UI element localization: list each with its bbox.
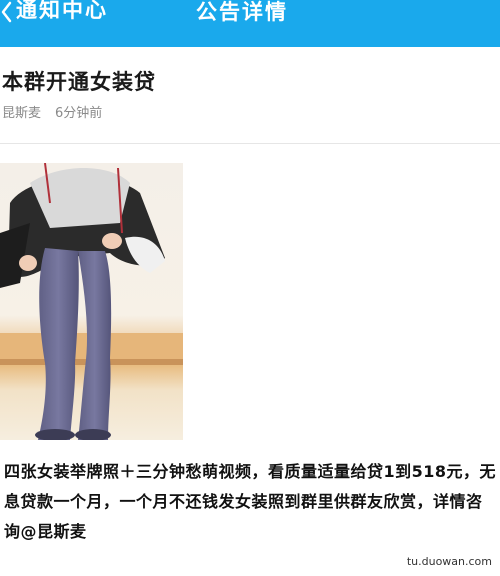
watermark: tu.duowan.com bbox=[406, 555, 492, 568]
notice-meta: 昆斯麦 6分钟前 bbox=[2, 102, 102, 121]
notice-detail-screen: 通知中心 公告详情 本群开通女装贷 昆斯麦 6分钟前 四张女装举牌照＋三分钟愁萌… bbox=[0, 0, 500, 576]
back-label: 通知中心 bbox=[16, 0, 108, 22]
chevron-left-icon bbox=[0, 1, 12, 23]
notice-title: 本群开通女装贷 bbox=[2, 70, 156, 94]
divider bbox=[0, 143, 500, 144]
notice-photo[interactable] bbox=[0, 163, 183, 440]
top-bar: 通知中心 公告详情 bbox=[0, 0, 500, 47]
notice-author: 昆斯麦 bbox=[2, 106, 42, 121]
back-button[interactable]: 通知中心 bbox=[0, 0, 108, 24]
notice-time: 6分钟前 bbox=[55, 106, 103, 121]
notice-body: 四张女装举牌照＋三分钟愁萌视频，看质量适量给贷1到518元，无息贷款一个月，一个… bbox=[4, 462, 497, 541]
page-title: 公告详情 bbox=[196, 0, 288, 24]
